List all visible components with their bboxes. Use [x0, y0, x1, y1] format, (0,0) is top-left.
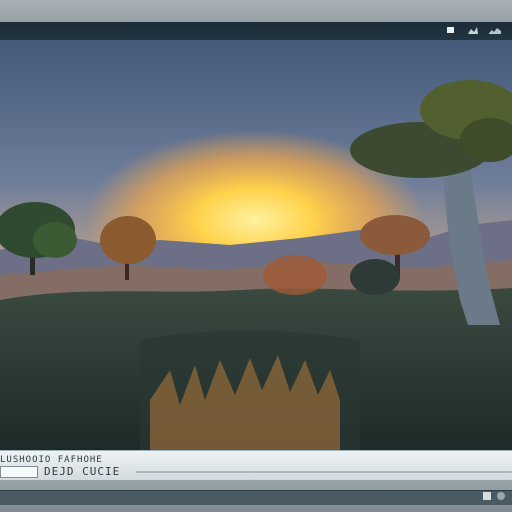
- minimize-icon[interactable]: [444, 24, 458, 36]
- shrub-sunlit: [263, 255, 327, 295]
- status-text-secondary: DEJD CUCIE: [44, 465, 121, 478]
- restore-icon[interactable]: [466, 24, 480, 36]
- status-text-primary: LUSHOOIO FAFHOHE: [0, 455, 103, 465]
- bottom-toolbar: [0, 490, 512, 505]
- status-input-box[interactable]: [0, 466, 38, 478]
- landscape-image: [0, 40, 512, 450]
- settings-icon[interactable]: [488, 24, 502, 36]
- window-titlebar[interactable]: [0, 22, 512, 41]
- window-top-frame: [0, 0, 512, 22]
- camera-icon[interactable]: [496, 491, 506, 501]
- screen-icon[interactable]: [482, 491, 492, 501]
- window-bottom-frame: [0, 480, 512, 512]
- image-viewport: [0, 40, 512, 450]
- titlebar-icons: [444, 24, 502, 36]
- shrub-dark: [350, 259, 400, 295]
- bottom-icons: [482, 491, 506, 501]
- status-slider-track[interactable]: [136, 471, 512, 473]
- status-bar: LUSHOOIO FAFHOHE DEJD CUCIE: [0, 450, 512, 481]
